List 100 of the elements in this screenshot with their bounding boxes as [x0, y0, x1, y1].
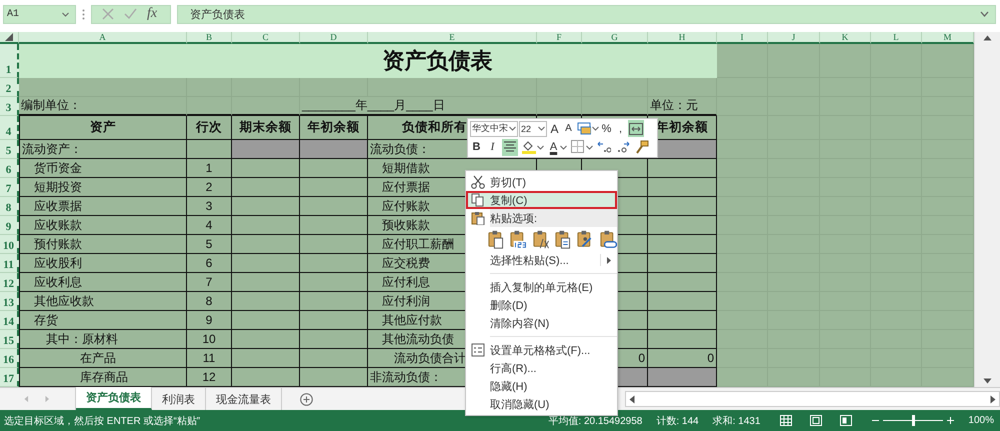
bold-button[interactable]: B	[470, 138, 483, 156]
sheet-title[interactable]: 资产负债表	[19, 44, 717, 78]
row-header[interactable]: 12	[0, 273, 19, 292]
sheet-cell[interactable]	[717, 140, 768, 159]
paintbrush-icon[interactable]	[635, 140, 649, 154]
sheet-cell[interactable]: 存货	[19, 311, 187, 330]
sheet-cell[interactable]	[648, 311, 717, 330]
row-header[interactable]: 17	[0, 368, 19, 387]
sheet-cell[interactable]	[648, 235, 717, 254]
row-header[interactable]: 10	[0, 235, 19, 254]
sheet-cell[interactable]	[582, 78, 648, 97]
sheet-cell[interactable]	[19, 78, 187, 97]
sheet-cell[interactable]: 6	[187, 254, 232, 273]
sheet-cell[interactable]	[717, 159, 768, 178]
row-header[interactable]: 11	[0, 254, 19, 273]
scroll-up-icon[interactable]	[983, 35, 992, 41]
sheet-cell[interactable]	[187, 78, 232, 97]
row-header[interactable]: 16	[0, 349, 19, 368]
dropdown-caret-icon[interactable]	[62, 12, 69, 16]
sheet-cell[interactable]: 货币资金	[19, 159, 187, 178]
slider-thumb[interactable]	[912, 415, 916, 426]
paste-formulas-icon[interactable]	[532, 228, 550, 250]
sheet-cell[interactable]	[537, 97, 582, 116]
sheet-cell[interactable]	[300, 78, 368, 97]
sheet-cell[interactable]	[232, 197, 300, 216]
italic-button[interactable]: I	[486, 138, 499, 156]
font-color-button[interactable]: A	[547, 138, 560, 156]
sheet-cell[interactable]: 11	[187, 349, 232, 368]
sheet-cell[interactable]	[717, 216, 768, 235]
sheet-cell[interactable]	[648, 330, 717, 349]
horizontal-scrollbar[interactable]	[625, 391, 1000, 407]
column-header[interactable]: F	[537, 32, 582, 44]
sheet-cell[interactable]	[648, 273, 717, 292]
zoom-out-icon[interactable]	[872, 417, 880, 424]
font-field[interactable]: 华文中宋	[470, 120, 518, 137]
sheet-cell[interactable]	[368, 78, 537, 97]
row-header[interactable]: 6	[0, 159, 19, 178]
sheet-cell[interactable]: 其他应收款	[19, 292, 187, 311]
sheet-cell[interactable]: 10	[187, 330, 232, 349]
sheet-cell[interactable]	[820, 44, 871, 78]
paste-icon[interactable]	[488, 228, 506, 250]
font-size-field[interactable]: 22	[519, 120, 547, 137]
borders-icon[interactable]	[571, 140, 585, 154]
sheet-cell[interactable]	[582, 97, 648, 116]
sheet-cell[interactable]	[717, 44, 768, 78]
cancel-icon[interactable]	[102, 8, 114, 20]
sheet-cell[interactable]	[717, 197, 768, 216]
decrease-decimal-icon[interactable]	[616, 140, 630, 154]
enter-icon[interactable]	[124, 8, 137, 20]
column-heading[interactable]: 资产	[19, 116, 187, 140]
row-header[interactable]: 15	[0, 330, 19, 349]
sheet-cell[interactable]	[648, 216, 717, 235]
sheet-cell[interactable]: 5	[187, 235, 232, 254]
row-header[interactable]: 5	[0, 140, 19, 159]
paste-values-icon[interactable]	[510, 228, 528, 250]
row-header[interactable]: 13	[0, 292, 19, 311]
insert-function-button[interactable]: fx	[147, 6, 158, 22]
sheet-cell[interactable]	[768, 44, 820, 78]
page-break-icon[interactable]	[840, 415, 852, 426]
sheet-cell[interactable]	[232, 330, 300, 349]
sheet-cell[interactable]	[717, 116, 768, 140]
column-header[interactable]: D	[300, 32, 368, 44]
zoom-in-icon[interactable]	[947, 417, 954, 424]
row-header[interactable]: 8	[0, 197, 19, 216]
sheet-cell[interactable]	[300, 197, 368, 216]
sheet-cell[interactable]	[232, 349, 300, 368]
sheet-cell[interactable]	[871, 44, 922, 78]
sheet-cell[interactable]	[232, 235, 300, 254]
previous-sheet-icon[interactable]	[24, 395, 28, 403]
sheet-cell[interactable]: 应收票据	[19, 197, 187, 216]
row-header[interactable]: 1	[0, 44, 19, 78]
sheet-cell[interactable]	[232, 159, 300, 178]
caret-icon[interactable]	[592, 126, 599, 132]
sheet-cell[interactable]	[232, 97, 300, 116]
sheet-cell[interactable]	[717, 254, 768, 273]
sheet-cell[interactable]	[648, 159, 717, 178]
sheet-cell[interactable]: 应收账款	[19, 216, 187, 235]
sheet-cell[interactable]	[300, 330, 368, 349]
sheet-tab[interactable]: 资产负债表	[76, 387, 152, 410]
sheet-cell[interactable]	[648, 254, 717, 273]
column-header[interactable]: E	[368, 32, 537, 44]
row-header[interactable]: 7	[0, 178, 19, 197]
sheet-cell[interactable]	[717, 330, 768, 349]
vertical-scrollbar[interactable]	[974, 32, 1000, 387]
sheet-cell[interactable]	[300, 159, 368, 178]
decrease-font-button[interactable]: A	[562, 120, 575, 138]
sheet-cell[interactable]	[232, 254, 300, 273]
sheet-cell[interactable]	[717, 349, 768, 368]
column-header[interactable]: G	[582, 32, 648, 44]
normal-view-icon[interactable]	[780, 415, 792, 426]
shaded-cell[interactable]	[300, 140, 368, 159]
column-header[interactable]: M	[922, 32, 974, 44]
sheet-cell[interactable]	[300, 349, 368, 368]
sheet-cell[interactable]	[300, 292, 368, 311]
column-header[interactable]: J	[768, 32, 820, 44]
formula-field[interactable]: 资产负债表	[177, 4, 996, 24]
sheet-cell[interactable]: 短期投资	[19, 178, 187, 197]
sheet-cell[interactable]	[300, 178, 368, 197]
shaded-cell[interactable]	[648, 368, 717, 387]
sheet-cell[interactable]: 9	[187, 311, 232, 330]
